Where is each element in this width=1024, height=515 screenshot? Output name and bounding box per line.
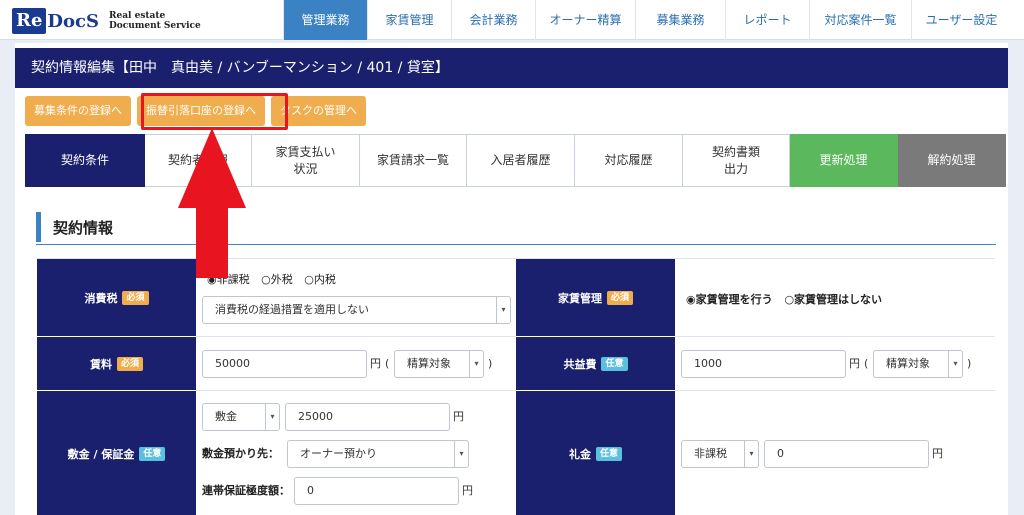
section-title: 契約情報 <box>53 219 114 237</box>
logo-sub-line-1: Real estate <box>109 11 166 21</box>
mgmt-label-text: 家賃管理 <box>557 291 602 305</box>
deposit-cell: 敷金 ▾ 25000 円 敷金預かり先： オーナー預かり ▾ 連帯保証極度額： … <box>196 391 516 515</box>
radio-sotozei[interactable]: ○外税 <box>261 273 293 286</box>
main-nav: 管理業務 家賃管理 会計業務 オーナー精算 募集業務 レポート 対応案件一覧 ユ… <box>283 0 1011 40</box>
yen-unit: 円 <box>932 447 943 460</box>
redocs-logo[interactable]: Re DocS Real estate Document Service <box>12 6 201 36</box>
tab-renewal[interactable]: 更新処理 <box>790 134 898 187</box>
optional-badge: 任意 <box>601 356 628 371</box>
contract-form: 消費税 必須 ◉非課税 ○外税 ○内税 消費税の経過措置を適用しない ▾ 家賃管… <box>37 258 995 515</box>
tab-tenant-history[interactable]: 入居者履歴 <box>467 134 575 187</box>
key-money-label-text: 礼金 <box>568 447 591 461</box>
required-badge: 必須 <box>122 290 149 305</box>
paren-open: ( <box>385 357 390 370</box>
paren-close: ) <box>967 357 972 370</box>
chevron-down-icon: ▾ <box>265 404 279 430</box>
key-money-tax-value: 非課税 <box>694 447 727 460</box>
rent-input[interactable]: 50000 <box>202 350 367 378</box>
common-fee-cell: 1000 円 ( 精算対象 ▾ ) <box>675 337 995 391</box>
logo-text: DocS <box>47 10 99 32</box>
deposit-type-select[interactable]: 敷金 ▾ <box>202 403 280 431</box>
radio-mgmt-yes[interactable]: ◉家賃管理を行う <box>686 293 773 306</box>
recruit-conditions-button[interactable]: 募集条件の登録へ <box>25 96 131 126</box>
nav-user-settings[interactable]: ユーザー設定 <box>911 0 1011 40</box>
key-money-input[interactable]: 0 <box>764 440 929 468</box>
tax-label-text: 消費税 <box>84 291 118 305</box>
logo-subtitle: Real estate Document Service <box>109 11 201 31</box>
tab-rent-invoices[interactable]: 家賃請求一覧 <box>360 134 467 187</box>
yen-unit: 円 <box>453 410 464 423</box>
logo-sub-line-2: Document Service <box>109 21 201 31</box>
key-money-cell: 非課税 ▾ 0 円 <box>675 391 995 515</box>
nav-kanri[interactable]: 管理業務 <box>283 0 367 40</box>
main-panel: 契約情報編集【田中 真由美 / バンブーマンション / 401 / 貸室】 募集… <box>15 43 1008 515</box>
chevron-down-icon: ▾ <box>469 351 483 377</box>
tax-label: 消費税 必須 <box>37 259 196 337</box>
rent-label-text: 賃料 <box>89 357 112 371</box>
rent-settle-select[interactable]: 精算対象 ▾ <box>394 350 484 378</box>
deposit-label-text: 敷金 / 保証金 <box>67 447 135 461</box>
radio-mgmt-no[interactable]: ○家賃管理はしない <box>784 293 882 306</box>
radio-uchizei[interactable]: ○内税 <box>304 273 336 286</box>
chevron-down-icon: ▾ <box>744 441 758 467</box>
deposit-holder-value: オーナー預かり <box>300 447 377 460</box>
tab-response-history[interactable]: 対応履歴 <box>575 134 683 187</box>
common-settle-select[interactable]: 精算対象 ▾ <box>873 350 963 378</box>
common-settle-value: 精算対象 <box>886 357 930 370</box>
chevron-down-icon: ▾ <box>496 297 510 323</box>
rent-cell: 50000 円 ( 精算対象 ▾ ) <box>196 337 516 391</box>
deposit-amount-input[interactable]: 25000 <box>285 403 450 431</box>
nav-report[interactable]: レポート <box>725 0 809 40</box>
yen-unit: 円 <box>849 357 860 370</box>
guarantee-limit-label: 連帯保証極度額： <box>202 484 290 497</box>
chevron-down-icon: ▾ <box>454 441 468 467</box>
tab-contract-documents[interactable]: 契約書類 出力 <box>683 134 790 187</box>
red-arrow-pointer <box>178 128 246 278</box>
key-money-label: 礼金 任意 <box>516 391 675 515</box>
required-badge: 必須 <box>116 356 143 371</box>
yen-unit: 円 <box>370 357 381 370</box>
deposit-type-value: 敷金 <box>215 410 237 423</box>
logo-mark: Re <box>12 8 47 34</box>
common-fee-label-text: 共益費 <box>563 357 597 371</box>
deposit-holder-select[interactable]: オーナー預かり ▾ <box>287 440 469 468</box>
nav-kaikei[interactable]: 会計業務 <box>451 0 535 40</box>
nav-owner[interactable]: オーナー精算 <box>535 0 635 40</box>
paren-close: ) <box>488 357 493 370</box>
tax-transition-value: 消費税の経過措置を適用しない <box>215 303 369 316</box>
optional-badge: 任意 <box>139 446 166 461</box>
key-money-tax-select[interactable]: 非課税 ▾ <box>681 440 759 468</box>
chevron-down-icon: ▾ <box>948 351 962 377</box>
rent-settle-value: 精算対象 <box>407 357 451 370</box>
rent-label: 賃料 必須 <box>37 337 196 391</box>
guarantee-limit-input[interactable]: 0 <box>294 477 459 505</box>
paren-open: ( <box>864 357 869 370</box>
nav-taio[interactable]: 対応案件一覧 <box>809 0 911 40</box>
highlight-box <box>141 93 288 130</box>
mgmt-radios: ◉家賃管理を行う ○家賃管理はしない <box>686 291 890 307</box>
optional-badge: 任意 <box>595 446 622 461</box>
required-badge: 必須 <box>606 290 633 305</box>
tab-cancellation[interactable]: 解約処理 <box>898 134 1006 187</box>
mgmt-cell: ◉家賃管理を行う ○家賃管理はしない <box>675 259 995 337</box>
tab-contract-conditions[interactable]: 契約条件 <box>25 134 145 187</box>
mgmt-label: 家賃管理 必須 <box>516 259 675 337</box>
section-accent <box>36 212 41 242</box>
nav-boshu[interactable]: 募集業務 <box>635 0 725 40</box>
nav-yachin[interactable]: 家賃管理 <box>367 0 451 40</box>
tax-transition-select[interactable]: 消費税の経過措置を適用しない ▾ <box>202 296 511 324</box>
tab-rent-payment-status[interactable]: 家賃支払い 状況 <box>252 134 360 187</box>
top-bar: Re DocS Real estate Document Service 管理業… <box>0 0 1024 40</box>
page-title: 契約情報編集【田中 真由美 / バンブーマンション / 401 / 貸室】 <box>15 48 1008 88</box>
common-fee-label: 共益費 任意 <box>516 337 675 391</box>
deposit-label: 敷金 / 保証金 任意 <box>37 391 196 515</box>
yen-unit: 円 <box>462 484 473 497</box>
deposit-holder-label: 敷金預かり先： <box>202 447 279 460</box>
common-fee-input[interactable]: 1000 <box>681 350 846 378</box>
contract-tabs: 契約条件 契約者情報 家賃支払い 状況 家賃請求一覧 入居者履歴 対応履歴 契約… <box>25 134 1006 187</box>
